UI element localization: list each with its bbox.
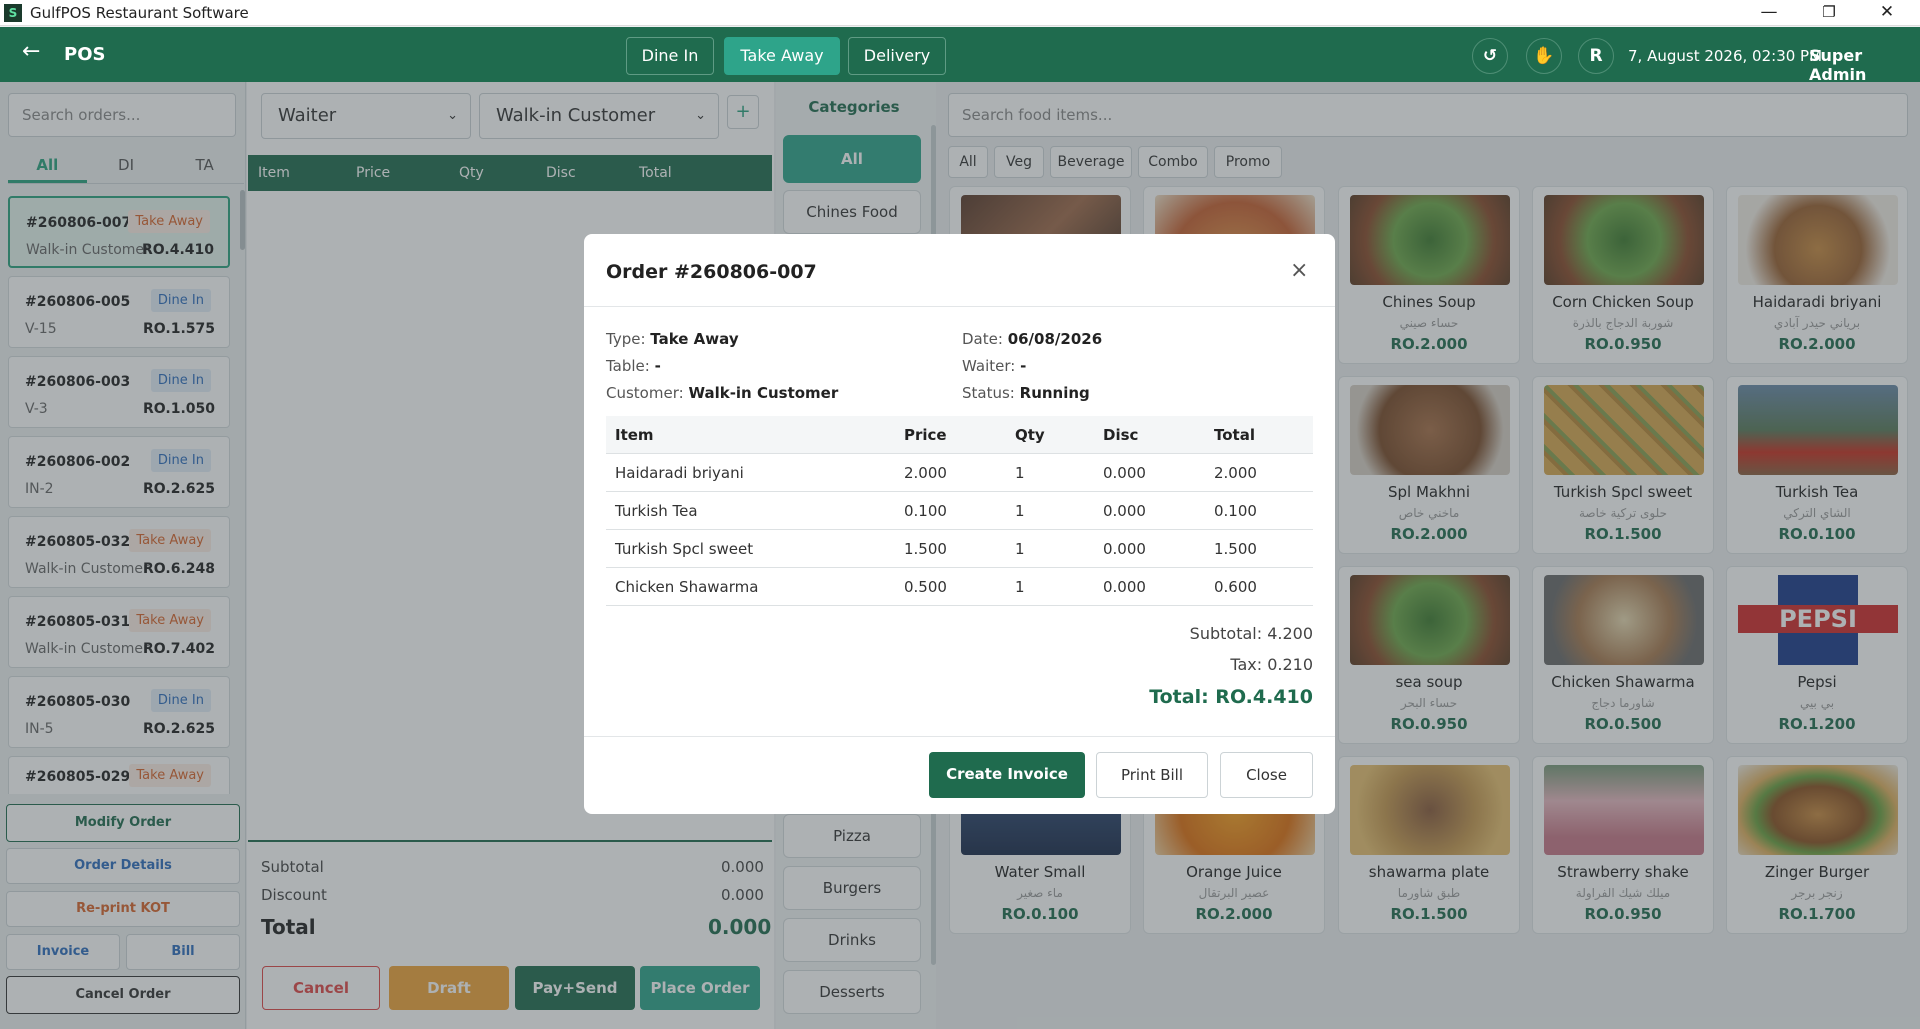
table-label: Table: [606,357,650,375]
refresh-icon[interactable]: ↺ [1472,38,1508,74]
order-customer-info: Customer: Walk-in Customer [606,384,838,402]
cell-total: 0.100 [1214,502,1257,520]
col-qty: Qty [1015,426,1045,444]
waiter-value: - [1020,357,1027,375]
user-avatar[interactable]: R [1578,38,1614,74]
cell-qty: 1 [1015,502,1025,520]
create-invoice-button[interactable]: Create Invoice [929,752,1085,798]
table-value: - [654,357,661,375]
cell-disc: 0.000 [1103,464,1146,482]
order-waiter-info: Waiter: - [962,357,1026,375]
app-logo-icon: S [4,3,22,22]
window-title: GulfPOS Restaurant Software [30,3,249,22]
modal-subtotal: Subtotal: 4.200 [1189,624,1313,643]
type-value: Take Away [650,330,739,348]
cell-price: 1.500 [904,540,947,558]
cell-item: Turkish Spcl sweet [615,540,754,558]
cell-item: Haidaradi briyani [615,464,744,482]
cell-item: Turkish Tea [615,502,698,520]
date-value: 06/08/2026 [1007,330,1103,348]
cell-total: 0.600 [1214,578,1257,596]
order-status-info: Status: Running [962,384,1090,402]
table-row: Chicken Shawarma 0.500 1 0.000 0.600 [606,568,1313,606]
tab-dine-in[interactable]: Dine In [626,37,714,75]
cell-disc: 0.000 [1103,578,1146,596]
cell-disc: 0.000 [1103,502,1146,520]
tab-delivery[interactable]: Delivery [848,37,946,75]
status-label: Status: [962,384,1015,402]
user-name[interactable]: Super Admin [1809,46,1920,84]
datetime-display: 7, August 2026, 02:30 PM [1628,47,1823,65]
print-bill-button[interactable]: Print Bill [1096,752,1208,798]
modal-tax: Tax: 0.210 [1230,655,1313,674]
modal-footer-divider [584,736,1335,737]
waiter-label: Waiter: [962,357,1016,375]
order-date-info: Date: 06/08/2026 [962,330,1102,348]
cell-price: 0.500 [904,578,947,596]
modal-title: Order #260806-007 [606,261,817,283]
page-title: POS [64,44,106,65]
close-window-icon[interactable]: ✕ [1864,0,1910,26]
table-row: Turkish Tea 0.100 1 0.000 0.100 [606,492,1313,530]
table-row: Turkish Spcl sweet 1.500 1 0.000 1.500 [606,530,1313,568]
cell-qty: 1 [1015,540,1025,558]
window-titlebar: S GulfPOS Restaurant Software — ❐ ✕ [0,0,1920,26]
cell-disc: 0.000 [1103,540,1146,558]
order-details-modal: Order #260806-007 × Type: Take Away Tabl… [584,234,1335,814]
close-button[interactable]: Close [1220,752,1313,798]
col-disc: Disc [1103,426,1139,444]
customer-label: Customer: [606,384,684,402]
cell-item: Chicken Shawarma [615,578,759,596]
restore-icon[interactable]: ❐ [1806,0,1852,26]
order-type-info: Type: Take Away [606,330,739,348]
order-table-info: Table: - [606,357,661,375]
status-value: Running [1019,384,1090,402]
back-arrow-icon[interactable]: ← [22,39,40,64]
hand-icon[interactable]: ✋ [1526,38,1562,74]
col-price: Price [904,426,947,444]
table-row: Haidaradi briyani 2.000 1 0.000 2.000 [606,454,1313,492]
modal-table-header: Item Price Qty Disc Total [606,416,1313,454]
type-label: Type: [606,330,646,348]
modal-total: Total: RO.4.410 [1149,686,1313,708]
col-item: Item [615,426,654,444]
date-label: Date: [962,330,1003,348]
minimize-icon[interactable]: — [1746,0,1792,26]
app-header: ← POS Dine In Take Away Delivery ↺ ✋ R 7… [0,27,1920,84]
close-icon[interactable]: × [1290,258,1308,283]
tab-take-away[interactable]: Take Away [724,37,840,75]
cell-qty: 1 [1015,578,1025,596]
customer-value: Walk-in Customer [688,384,839,402]
cell-total: 1.500 [1214,540,1257,558]
col-total: Total [1214,426,1255,444]
modal-header-divider [584,306,1335,307]
cell-price: 0.100 [904,502,947,520]
cell-qty: 1 [1015,464,1025,482]
cell-total: 2.000 [1214,464,1257,482]
cell-price: 2.000 [904,464,947,482]
